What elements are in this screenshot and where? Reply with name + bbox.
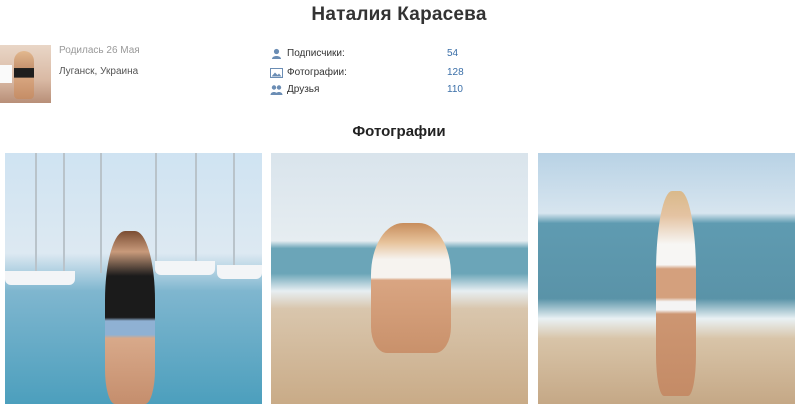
stat-value[interactable]: 110: [447, 84, 463, 95]
photo-beach-standing[interactable]: [538, 153, 795, 404]
birthday-text: Родилась 26 Мая: [59, 45, 140, 56]
stat-friends[interactable]: Друзья 110: [270, 83, 463, 95]
location-text: Луганск, Украина: [59, 66, 139, 77]
user-icon: [270, 47, 283, 59]
friends-icon: [270, 83, 283, 95]
stat-label: Друзья: [287, 83, 320, 95]
stat-followers[interactable]: Подписчики: 54: [270, 45, 458, 61]
stat-photos[interactable]: Фотографии: 128: [270, 64, 464, 80]
stat-label: Фотографии:: [287, 66, 347, 78]
photo-harbor[interactable]: [5, 153, 262, 404]
avatar[interactable]: [0, 45, 51, 103]
stat-value[interactable]: 128: [447, 67, 464, 78]
profile-name: Наталия Карасева: [311, 4, 487, 25]
photo-beach-sitting[interactable]: [271, 153, 528, 404]
photo-icon: [270, 66, 283, 78]
stat-value[interactable]: 54: [447, 48, 458, 59]
photos-section-title: Фотографии: [352, 123, 446, 140]
stat-label: Подписчики:: [287, 47, 345, 59]
